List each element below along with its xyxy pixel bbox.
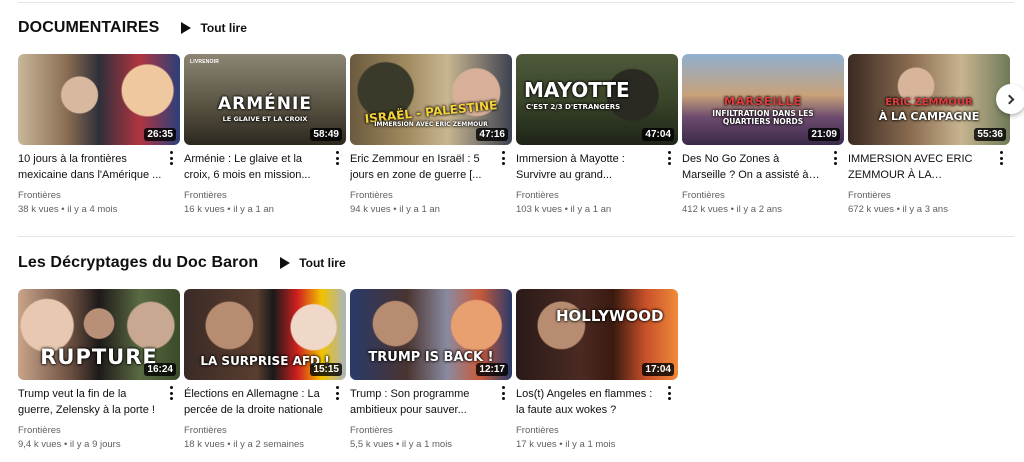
play-all-button[interactable]: Tout lire xyxy=(280,256,346,270)
video-stats: 18 k vues • il y a 2 semaines xyxy=(184,439,305,450)
more-vert-icon[interactable] xyxy=(996,151,1006,165)
video-card[interactable]: ERIC ZEMMOUR À LA CAMPAGNE 55:36 IMMERSI… xyxy=(848,54,1010,217)
video-thumbnail[interactable]: RUPTURE 16:24 xyxy=(18,289,180,380)
video-duration: 12:17 xyxy=(476,363,508,376)
thumbnail-subcaption: LE GLAIVE ET LA CROIX xyxy=(222,115,308,123)
more-vert-icon[interactable] xyxy=(332,151,342,165)
video-duration: 17:04 xyxy=(642,363,674,376)
video-card[interactable]: ISRAËL - PALESTINE IMMERSION AVEC ERIC Z… xyxy=(350,54,512,217)
video-thumbnail[interactable]: ISRAËL - PALESTINE IMMERSION AVEC ERIC Z… xyxy=(350,54,512,145)
video-thumbnail[interactable]: LA SURPRISE AFD ! 15:15 xyxy=(184,289,346,380)
video-duration: 55:36 xyxy=(974,128,1006,141)
shelf-row-doc-baron: RUPTURE 16:24 Trump veut la fin de la gu… xyxy=(18,289,1024,459)
video-thumbnail[interactable]: LIVRENOIR ARMÉNIE LE GLAIVE ET LA CROIX … xyxy=(184,54,346,145)
channel-name[interactable]: Frontières xyxy=(848,189,992,203)
video-duration: 16:24 xyxy=(144,363,176,376)
video-title[interactable]: Los(t) Angeles en flammes : la faute aux… xyxy=(516,387,660,418)
play-all-button[interactable]: Tout lire xyxy=(181,21,247,35)
more-vert-icon[interactable] xyxy=(498,151,508,165)
channel-name[interactable]: Frontières xyxy=(350,424,494,438)
channel-name[interactable]: Frontières xyxy=(184,424,328,438)
video-stats: 38 k vues • il y a 4 mois xyxy=(18,204,118,215)
video-stats: 17 k vues • il y a 1 mois xyxy=(516,439,616,450)
top-divider xyxy=(18,2,1014,3)
video-card[interactable]: HOLLYWOOD 17:04 Los(t) Angeles en flamme… xyxy=(516,289,678,452)
more-vert-icon[interactable] xyxy=(830,151,840,165)
video-stats: 412 k vues • il y a 2 ans xyxy=(682,204,782,215)
video-card[interactable]: TRUMP IS BACK ! 12:17 Trump : Son progra… xyxy=(350,289,512,452)
video-stats: 5,5 k vues • il y a 1 mois xyxy=(350,439,453,450)
video-stats: 9,4 k vues • il y a 9 jours xyxy=(18,439,121,450)
video-card[interactable]: LIVRENOIR ARMÉNIE LE GLAIVE ET LA CROIX … xyxy=(184,54,346,217)
channel-name[interactable]: Frontières xyxy=(516,189,660,203)
channel-name[interactable]: Frontières xyxy=(18,424,162,438)
video-thumbnail[interactable]: 26:35 xyxy=(18,54,180,145)
video-title[interactable]: 10 jours à la frontières mexicaine dans … xyxy=(18,152,162,183)
play-icon xyxy=(280,257,291,269)
video-stats: 672 k vues • il y a 3 ans xyxy=(848,204,948,215)
play-all-label: Tout lire xyxy=(299,256,346,270)
video-thumbnail[interactable]: MARSEILLE INFILTRATION DANS LES QUARTIER… xyxy=(682,54,844,145)
video-title[interactable]: Immersion à Mayotte : Survivre au grand.… xyxy=(516,152,660,183)
shelf-row-documentaires: 26:35 10 jours à la frontières mexicaine… xyxy=(18,54,1024,224)
video-title[interactable]: Des No Go Zones à Marseille ? On a assis… xyxy=(682,152,826,183)
channel-name[interactable]: Frontières xyxy=(682,189,826,203)
video-card[interactable]: 26:35 10 jours à la frontières mexicaine… xyxy=(18,54,180,217)
shelf-doc-baron: Les Décryptages du Doc Baron Tout lire xyxy=(18,251,1024,275)
channel-name[interactable]: Frontières xyxy=(184,189,328,203)
thumbnail-caption: ARMÉNIE xyxy=(218,94,312,114)
video-card[interactable]: MAYOTTE C'EST 2/3 D'ETRANGERS 47:04 Imme… xyxy=(516,54,678,217)
shelf-documentaires: DOCUMENTAIRES Tout lire xyxy=(18,16,1024,40)
chevron-right-icon xyxy=(1004,94,1015,104)
more-vert-icon[interactable] xyxy=(664,386,674,400)
video-stats: 103 k vues • il y a 1 an xyxy=(516,204,612,215)
more-vert-icon[interactable] xyxy=(498,386,508,400)
video-duration: 47:16 xyxy=(476,128,508,141)
shelf-title: DOCUMENTAIRES xyxy=(18,19,160,36)
video-title[interactable]: Arménie : Le glaive et la croix, 6 mois … xyxy=(184,152,328,183)
channel-name[interactable]: Frontières xyxy=(18,189,162,203)
more-vert-icon[interactable] xyxy=(664,151,674,165)
video-stats: 16 k vues • il y a 1 an xyxy=(184,204,274,215)
shelf-title: Les Décryptages du Doc Baron xyxy=(18,254,259,271)
channel-name[interactable]: Frontières xyxy=(350,189,494,203)
video-card[interactable]: RUPTURE 16:24 Trump veut la fin de la gu… xyxy=(18,289,180,452)
video-duration: 58:49 xyxy=(310,128,342,141)
play-icon xyxy=(181,22,192,34)
thumbnail-caption: ERIC ZEMMOUR xyxy=(885,97,973,108)
video-title[interactable]: IMMERSION AVEC ERIC ZEMMOUR À LA CAMPAGN… xyxy=(848,152,992,183)
section-divider xyxy=(18,236,1014,237)
channel-name[interactable]: Frontières xyxy=(516,424,660,438)
more-vert-icon[interactable] xyxy=(332,386,342,400)
play-all-label: Tout lire xyxy=(200,21,247,35)
shelf-header: Les Décryptages du Doc Baron Tout lire xyxy=(18,251,1024,275)
shelf-header: DOCUMENTAIRES Tout lire xyxy=(18,16,1024,40)
video-thumbnail[interactable]: ERIC ZEMMOUR À LA CAMPAGNE 55:36 xyxy=(848,54,1010,145)
thumbnail-logo: LIVRENOIR xyxy=(190,59,220,65)
video-thumbnail[interactable]: HOLLYWOOD 17:04 xyxy=(516,289,678,380)
video-card[interactable]: MARSEILLE INFILTRATION DANS LES QUARTIER… xyxy=(682,54,844,217)
video-thumbnail[interactable]: MAYOTTE C'EST 2/3 D'ETRANGERS 47:04 xyxy=(516,54,678,145)
video-duration: 21:09 xyxy=(808,128,840,141)
thumbnail-subcaption: C'EST 2/3 D'ETRANGERS xyxy=(526,103,621,111)
video-stats: 94 k vues • il y a 1 an xyxy=(350,204,440,215)
video-title[interactable]: Trump : Son programme ambitieux pour sau… xyxy=(350,387,494,418)
video-duration: 15:15 xyxy=(310,363,342,376)
thumbnail-subcaption: INFILTRATION DANS LES QUARTIERS NORDS xyxy=(712,109,814,127)
video-thumbnail[interactable]: TRUMP IS BACK ! 12:17 xyxy=(350,289,512,380)
video-duration: 47:04 xyxy=(642,128,674,141)
carousel-next-button[interactable] xyxy=(996,84,1024,114)
thumbnail-subcaption: À LA CAMPAGNE xyxy=(878,110,980,123)
more-vert-icon[interactable] xyxy=(166,151,176,165)
video-card[interactable]: LA SURPRISE AFD ! 15:15 Élections en All… xyxy=(184,289,346,452)
more-vert-icon[interactable] xyxy=(166,386,176,400)
thumbnail-caption: HOLLYWOOD xyxy=(556,307,664,325)
video-title[interactable]: Trump veut la fin de la guerre, Zelensky… xyxy=(18,387,162,418)
thumbnail-caption: MAYOTTE xyxy=(524,78,630,102)
video-title[interactable]: Eric Zemmour en Israël : 5 jours en zone… xyxy=(350,152,494,183)
video-title[interactable]: Élections en Allemagne : La percée de la… xyxy=(184,387,328,418)
thumbnail-caption: MARSEILLE xyxy=(724,95,802,108)
video-duration: 26:35 xyxy=(144,128,176,141)
